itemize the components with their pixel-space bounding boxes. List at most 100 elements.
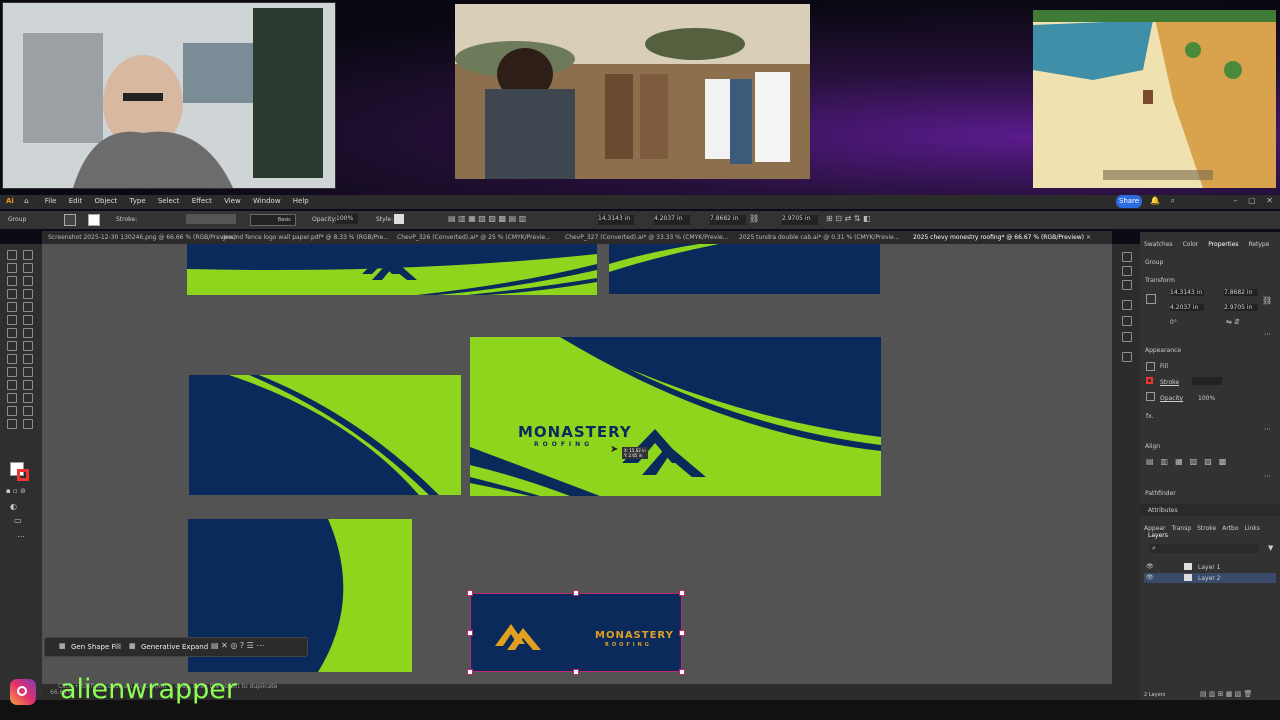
design-board-logo-card[interactable]: MONASTERY ROOFING xyxy=(470,593,682,672)
selection-handle[interactable] xyxy=(467,590,473,596)
panel-strip-icon[interactable] xyxy=(1122,300,1132,310)
more-options-icon[interactable]: ⋯ xyxy=(1264,330,1271,338)
blend-tool-icon[interactable] xyxy=(7,380,17,390)
lasso-icon[interactable] xyxy=(23,263,33,273)
magic-wand-icon[interactable] xyxy=(7,263,17,273)
visibility-eye-icon[interactable]: 👁 xyxy=(1146,563,1154,570)
generative-expand-button[interactable]: Generative Expand xyxy=(141,643,208,651)
stroke-swatch[interactable] xyxy=(88,214,100,226)
perspective-grid-icon[interactable] xyxy=(7,354,17,364)
eyedropper-icon[interactable] xyxy=(23,367,33,377)
selection-handle[interactable] xyxy=(573,669,579,675)
tab-appearance[interactable]: Appear xyxy=(1144,525,1166,532)
style-swatch[interactable] xyxy=(394,214,404,224)
link-proportions-icon[interactable]: ⛓ xyxy=(749,214,759,223)
minimize-icon[interactable]: – xyxy=(1234,196,1238,205)
transform-w-field[interactable]: 7.8682 in xyxy=(1224,289,1258,296)
doc-tab-5[interactable]: 2025 tundra double cab.ai* @ 0.31 % (CMY… xyxy=(739,234,900,241)
gradient-tool-icon[interactable] xyxy=(7,367,17,377)
artboard-tool-icon[interactable] xyxy=(23,393,33,403)
opacity-label-panel[interactable]: Opacity xyxy=(1160,395,1183,402)
menu-edit[interactable]: Edit xyxy=(69,197,83,205)
selection-tool-icon[interactable] xyxy=(7,250,17,260)
more-options-icon[interactable]: ⋯ xyxy=(1264,472,1271,480)
layers-search-input[interactable]: ⌕ xyxy=(1150,544,1258,553)
layer-name[interactable]: Layer 2 xyxy=(1198,575,1220,582)
design-board-mid-left[interactable] xyxy=(189,375,461,495)
tab-properties[interactable]: Properties xyxy=(1208,241,1238,248)
tab-layers[interactable]: Layers xyxy=(1148,532,1168,539)
line-tool-icon[interactable] xyxy=(23,289,33,299)
constrain-proportions-icon[interactable]: ⛓ xyxy=(1262,296,1272,305)
y-field[interactable]: 4.2037 in xyxy=(654,215,690,225)
menu-file[interactable]: File xyxy=(45,197,57,205)
design-board-top-left[interactable] xyxy=(187,244,597,295)
zoom-tool-icon[interactable] xyxy=(7,419,17,429)
h-field[interactable]: 2.9705 in xyxy=(782,215,818,225)
doc-tab-3[interactable]: ChevP_326 (Converted).ai* @ 25 % (CMYK/P… xyxy=(397,234,551,241)
transform-y-field[interactable]: 4.2037 in xyxy=(1170,304,1204,311)
symbol-sprayer-icon[interactable] xyxy=(23,380,33,390)
rotate-angle-field[interactable]: 0° xyxy=(1170,319,1190,326)
stroke-label-panel[interactable]: Stroke xyxy=(1160,379,1179,386)
direct-selection-tool-icon[interactable] xyxy=(23,250,33,260)
hand-tool-icon[interactable] xyxy=(23,406,33,416)
panel-strip-icon[interactable] xyxy=(1122,266,1132,276)
menu-view[interactable]: View xyxy=(224,197,241,205)
close-tab-icon[interactable]: ✕ xyxy=(1086,234,1091,241)
eraser-tool-icon[interactable] xyxy=(7,315,17,325)
fill-stroke-swatch[interactable] xyxy=(10,462,30,482)
pen-tool-icon[interactable] xyxy=(7,276,17,286)
doc-tab-2[interactable]: ground fence logo wall paper.pdf* @ 8.33… xyxy=(222,234,389,241)
design-board-top-right[interactable] xyxy=(609,244,880,294)
width-tool-icon[interactable] xyxy=(23,328,33,338)
shape-builder-icon[interactable] xyxy=(23,341,33,351)
tab-artboards[interactable]: Artbo xyxy=(1222,525,1238,532)
context-bar-tools-icon[interactable]: ▤ ✕ ◎ ? ☰ ⋯ xyxy=(211,641,264,650)
panel-strip-icon[interactable] xyxy=(1122,332,1132,342)
tab-transparency[interactable]: Transp xyxy=(1171,525,1191,532)
search-icon[interactable]: ⌕ xyxy=(1171,196,1175,205)
doc-tab-1[interactable]: Screenshot 2025-12-30 130246.png @ 66.66… xyxy=(48,234,236,241)
paintbrush-tool-icon[interactable] xyxy=(23,302,33,312)
selection-handle[interactable] xyxy=(679,630,685,636)
tab-links[interactable]: Links xyxy=(1244,525,1259,532)
panel-strip-icon[interactable] xyxy=(1122,316,1132,326)
draw-mode-icon[interactable]: ◐ xyxy=(10,502,17,511)
pencil-tool-icon[interactable] xyxy=(23,419,33,429)
stroke-weight-field[interactable] xyxy=(186,214,236,224)
menu-type[interactable]: Type xyxy=(130,197,146,205)
fill-swatch[interactable] xyxy=(64,214,76,226)
app-logo-icon[interactable]: Ai xyxy=(6,197,14,205)
stroke-weight-panel-field[interactable] xyxy=(1192,377,1222,385)
tab-swatches[interactable]: Swatches xyxy=(1144,241,1173,248)
more-tools-icon[interactable]: ⋯ xyxy=(17,532,25,541)
home-icon[interactable]: ⌂ xyxy=(24,197,28,205)
panel-strip-icon[interactable] xyxy=(1122,352,1132,362)
align-icons[interactable]: ▤ ▥ ▦ ▧ ▨ ▩ ▤ ▥ xyxy=(448,214,526,223)
fx-button[interactable]: fx. xyxy=(1146,413,1154,420)
gen-shape-fill-button[interactable]: Gen Shape Fill xyxy=(71,643,121,651)
panel-strip-icon[interactable] xyxy=(1122,280,1132,290)
tab-stroke[interactable]: Stroke xyxy=(1197,525,1216,532)
share-button[interactable]: Share xyxy=(1116,195,1142,208)
menu-effect[interactable]: Effect xyxy=(192,197,212,205)
selection-handle[interactable] xyxy=(679,669,685,675)
menu-window[interactable]: Window xyxy=(253,197,281,205)
reference-point-icon[interactable] xyxy=(1146,294,1156,304)
stroke-color-swatch[interactable] xyxy=(1146,377,1153,384)
doc-tab-6[interactable]: 2025 chevy monestry roofing* @ 66.67 % (… xyxy=(913,234,1084,241)
selection-handle[interactable] xyxy=(467,669,473,675)
selection-handle[interactable] xyxy=(679,590,685,596)
brush-definition[interactable]: Basic xyxy=(250,214,296,226)
color-mode-icons[interactable]: ▪ ▫ ⊘ xyxy=(6,487,26,495)
w-field[interactable]: 7.8682 in xyxy=(710,215,746,225)
x-field[interactable]: 14.3143 in xyxy=(598,215,634,225)
filter-icon[interactable]: ▼ xyxy=(1268,544,1273,552)
selection-handle[interactable] xyxy=(467,630,473,636)
transform-icons[interactable]: ⊞ ⊡ ⇄ ⇅ ◧ xyxy=(826,214,871,223)
layer-name[interactable]: Layer 1 xyxy=(1198,564,1220,571)
bell-icon[interactable]: 🔔 xyxy=(1150,196,1160,205)
screen-mode-icon[interactable]: ▭ xyxy=(14,516,22,525)
rectangle-tool-icon[interactable] xyxy=(7,302,17,312)
